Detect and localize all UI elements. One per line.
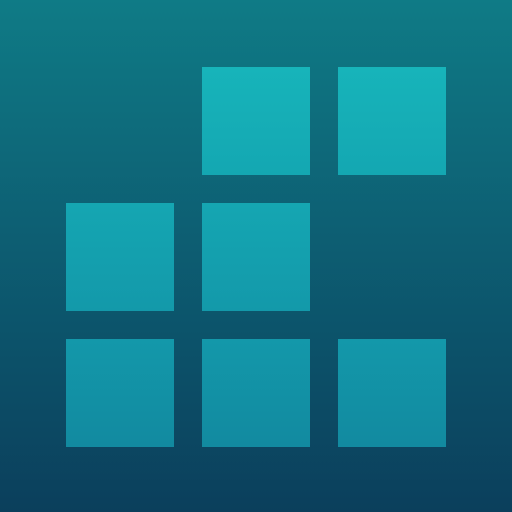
grid-tile-r1-c3 [338,67,446,175]
grid-tile-r2-c2 [202,203,310,311]
grid-tile-r2-c1 [66,203,174,311]
grid-tile-r3-c2 [202,339,310,447]
grid-tile-r3-c3 [338,339,446,447]
grid-tile-r3-c1 [66,339,174,447]
grid-tile-r1-c2 [202,67,310,175]
app-icon [0,0,512,512]
